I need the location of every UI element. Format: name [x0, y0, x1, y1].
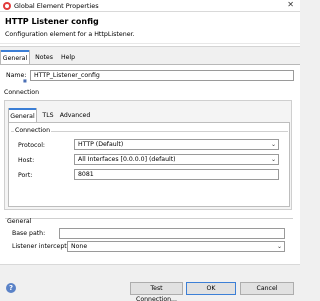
app-logo-icon — [3, 2, 11, 10]
protocol-select[interactable]: HTTP (Default) ⌄ — [74, 139, 279, 150]
host-select[interactable]: All Interfaces [0.0.0.0] (default) ⌄ — [74, 154, 279, 165]
chevron-down-icon: ⌄ — [270, 156, 276, 163]
general-section-label: General — [7, 218, 32, 225]
chevron-down-icon: ⌄ — [270, 141, 276, 148]
title-bar: Global Element Properties ✕ — [0, 0, 300, 12]
tab-notes[interactable]: Notes — [32, 50, 56, 65]
dialog-header: HTTP Listener config Configuration eleme… — [0, 12, 300, 47]
chevron-down-icon: ⌄ — [276, 243, 282, 250]
dialog-description: Configuration element for a HttpListener… — [5, 31, 135, 38]
divider — [0, 43, 300, 44]
listener-interceptors-value: None — [71, 243, 88, 250]
tab-advanced[interactable]: Advanced — [59, 108, 91, 123]
help-icon[interactable]: ? — [6, 283, 16, 293]
test-connection-button[interactable]: Test Connection... — [130, 282, 183, 301]
base-path-input[interactable] — [59, 228, 285, 239]
tab-help[interactable]: Help — [58, 50, 78, 65]
tab-tls[interactable]: TLS — [39, 108, 57, 123]
base-path-label: Base path: — [12, 230, 46, 237]
connection-tab-bar: General TLS Advanced — [8, 108, 288, 123]
listener-interceptors-select[interactable]: None ⌄ — [67, 241, 285, 252]
name-input[interactable]: HTTP_Listener_config — [30, 70, 294, 81]
connection-section-label: Connection — [4, 89, 40, 96]
info-marker-icon: ■ — [23, 78, 27, 83]
ok-button[interactable]: OK — [186, 282, 236, 295]
window-title: Global Element Properties — [14, 2, 99, 10]
connection-group-label: Connection — [14, 127, 52, 134]
tab-connection-general[interactable]: General — [8, 108, 37, 123]
port-label: Port: — [18, 172, 33, 179]
cancel-button[interactable]: Cancel — [240, 282, 294, 295]
protocol-label: Protocol: — [18, 142, 46, 149]
dialog-title: HTTP Listener config — [5, 17, 99, 26]
host-label: Host: — [18, 157, 35, 164]
tab-general[interactable]: General — [0, 50, 30, 65]
host-select-value: All Interfaces [0.0.0.0] (default) — [78, 156, 176, 163]
protocol-select-value: HTTP (Default) — [78, 141, 124, 148]
port-input[interactable]: 8081 — [74, 169, 279, 180]
close-icon[interactable]: ✕ — [287, 0, 294, 9]
main-tab-bar: General Notes Help — [0, 50, 300, 65]
